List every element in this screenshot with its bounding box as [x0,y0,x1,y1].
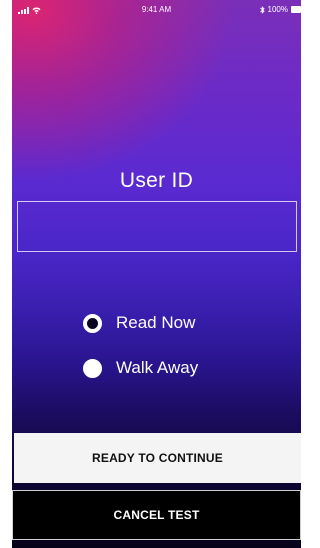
user-id-input[interactable] [17,201,297,252]
radio-walk-away[interactable]: Walk Away [83,358,198,378]
radio-unselected-icon[interactable] [83,358,102,378]
battery-percent: 100% [267,5,288,14]
radio-selected-icon[interactable] [83,313,102,333]
radio-read-now[interactable]: Read Now [83,313,195,333]
battery-icon [291,6,301,13]
bluetooth-icon [259,5,265,14]
ready-to-continue-button[interactable]: READY TO CONTINUE [14,433,301,483]
status-time: 9:41 AM [141,5,172,14]
user-id-label: User ID [119,169,194,192]
status-bar: 9:41 AM 100% [12,0,301,22]
cancel-test-button[interactable]: CANCEL TEST [12,490,301,540]
status-right: 100% [259,5,301,14]
radio-walk-away-label: Walk Away [116,358,199,377]
radio-read-now-label: Read Now [116,313,196,332]
